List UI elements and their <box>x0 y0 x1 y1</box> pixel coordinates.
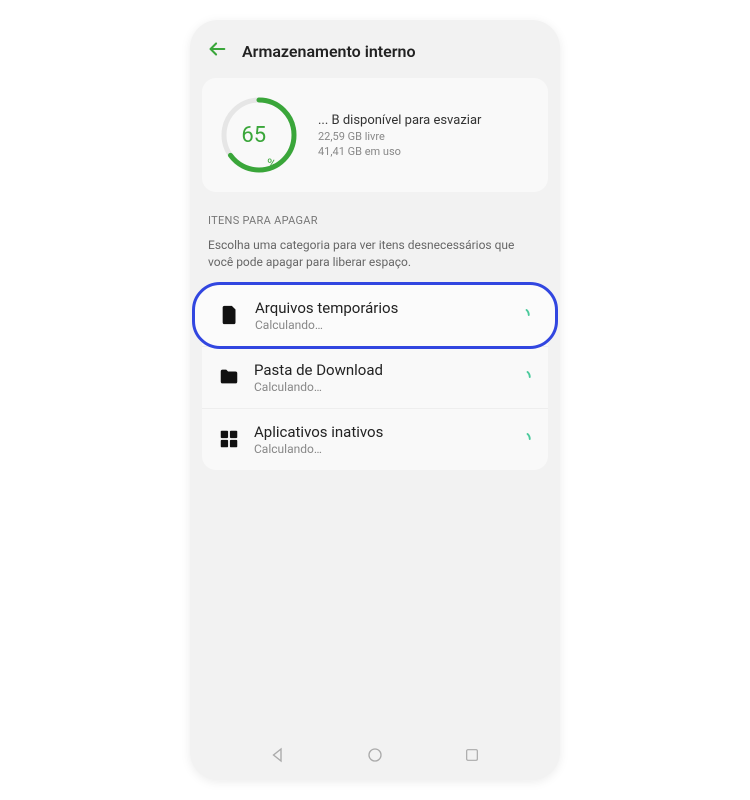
item-subtitle: Calculando… <box>254 442 500 456</box>
item-title: Aplicativos inativos <box>254 423 500 441</box>
item-inactive-apps[interactable]: Aplicativos inativos Calculando… <box>202 408 548 470</box>
nav-recent-icon[interactable] <box>462 745 482 765</box>
storage-available-text: ... B disponível para esvaziar <box>318 113 481 128</box>
system-nav-bar <box>190 730 560 780</box>
content-area: 65 % ... B disponível para esvaziar 22,5… <box>190 78 560 730</box>
storage-percent-value: 65 <box>241 123 266 148</box>
storage-summary-card: 65 % ... B disponível para esvaziar 22,5… <box>202 78 548 192</box>
file-icon <box>219 304 241 326</box>
item-title: Arquivos temporários <box>255 299 499 317</box>
phone-frame: Armazenamento interno 65 % ... B disponí… <box>190 20 560 780</box>
storage-donut-chart: 65 % <box>218 94 300 176</box>
storage-free-text: 22,59 GB livre <box>318 130 481 143</box>
item-subtitle: Calculando… <box>255 318 499 332</box>
apps-grid-icon <box>218 428 240 450</box>
folder-icon <box>218 366 240 388</box>
page-title: Armazenamento interno <box>242 42 416 61</box>
loading-spinner-icon <box>513 306 531 324</box>
loading-spinner-icon <box>514 430 532 448</box>
item-title: Pasta de Download <box>254 361 500 379</box>
section-description: Escolha uma categoria para ver itens des… <box>202 237 548 285</box>
storage-info: ... B disponível para esvaziar 22,59 GB … <box>318 113 481 158</box>
loading-spinner-icon <box>514 368 532 386</box>
app-bar: Armazenamento interno <box>190 20 560 78</box>
back-arrow-icon[interactable] <box>206 38 228 64</box>
item-downloads[interactable]: Pasta de Download Calculando… <box>202 346 548 408</box>
storage-percent-symbol: % <box>267 157 277 172</box>
nav-home-icon[interactable] <box>365 745 385 765</box>
item-temp-files[interactable]: Arquivos temporários Calculando… <box>192 282 558 349</box>
items-list: Arquivos temporários Calculando… Pasta d… <box>202 282 548 470</box>
nav-back-icon[interactable] <box>268 745 288 765</box>
item-subtitle: Calculando… <box>254 380 500 394</box>
section-header: ITENS PARA APAGAR <box>202 192 548 237</box>
storage-used-text: 41,41 GB em uso <box>318 145 481 158</box>
